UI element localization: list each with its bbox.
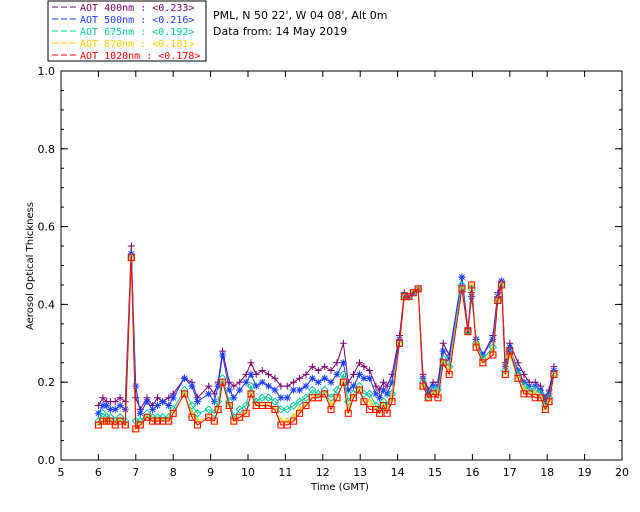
legend-label: AOT 500nm : <0.216> bbox=[80, 15, 194, 26]
data-point bbox=[149, 405, 157, 413]
plot-area bbox=[94, 242, 559, 433]
data-point bbox=[321, 374, 329, 382]
y-tick-label: 0.6 bbox=[38, 221, 56, 234]
legend: AOT 400nm : <0.233>AOT 500nm : <0.216>AO… bbox=[47, 0, 207, 62]
data-point bbox=[116, 402, 124, 410]
legend-label: AOT 870nm : <0.181> bbox=[80, 39, 194, 50]
data-point bbox=[366, 367, 374, 375]
data-point bbox=[153, 394, 161, 402]
x-tick-label: 12 bbox=[316, 466, 330, 479]
y-tick-label: 0.2 bbox=[38, 376, 56, 389]
x-tick-label: 8 bbox=[170, 466, 177, 479]
data-point bbox=[132, 382, 140, 390]
data-point bbox=[143, 398, 151, 406]
data-point bbox=[296, 386, 304, 394]
x-tick-label: 15 bbox=[428, 466, 442, 479]
data-point bbox=[290, 378, 298, 386]
x-tick-label: 13 bbox=[353, 466, 367, 479]
data-point bbox=[349, 370, 357, 378]
data-point bbox=[94, 409, 102, 417]
data-point bbox=[271, 386, 279, 394]
x-tick-label: 20 bbox=[615, 466, 629, 479]
x-axis-label: Time (GMT) bbox=[310, 482, 369, 493]
x-tick-label: 14 bbox=[391, 466, 405, 479]
data-point bbox=[366, 374, 374, 382]
data-point bbox=[458, 273, 466, 281]
data-point bbox=[376, 394, 384, 402]
data-point bbox=[153, 402, 161, 410]
series-line bbox=[97, 253, 555, 415]
x-tick-label: 16 bbox=[465, 466, 479, 479]
x-tick-label: 6 bbox=[95, 466, 102, 479]
data-point bbox=[302, 382, 310, 390]
data-point bbox=[205, 390, 213, 398]
series-3 bbox=[94, 253, 559, 433]
data-point bbox=[247, 370, 255, 378]
data-point bbox=[265, 370, 273, 378]
x-tick-label: 11 bbox=[278, 466, 292, 479]
data-point bbox=[111, 405, 119, 413]
data-point bbox=[136, 409, 144, 417]
data-point bbox=[169, 394, 177, 402]
data-point bbox=[236, 386, 244, 394]
data-point bbox=[258, 367, 266, 375]
data-point bbox=[339, 339, 347, 347]
data-point bbox=[194, 398, 202, 406]
data-point bbox=[339, 359, 347, 367]
data-point bbox=[296, 374, 304, 382]
data-point bbox=[258, 378, 266, 386]
x-tick-label: 7 bbox=[132, 466, 139, 479]
data-point bbox=[290, 386, 298, 394]
series-2 bbox=[94, 253, 559, 426]
data-point bbox=[265, 382, 273, 390]
data-point bbox=[383, 390, 391, 398]
y-tick-label: 0.4 bbox=[38, 298, 56, 311]
data-point bbox=[489, 335, 497, 343]
data-point bbox=[283, 394, 291, 402]
axes: 5 6 7 8 9 10 11 12 13 14 15 16 17 18 19 20 0.0 0.2 0.4 0.6 0… bbox=[38, 65, 630, 479]
data-point bbox=[327, 378, 335, 386]
date-info: Data from: 14 May 2019 bbox=[213, 25, 347, 38]
y-tick-label: 1.0 bbox=[38, 65, 56, 78]
data-point bbox=[321, 363, 329, 371]
y-tick-label: 0.0 bbox=[38, 454, 56, 467]
y-axis-label: Aerosol Optical Thickness bbox=[25, 202, 36, 330]
series-line bbox=[97, 245, 555, 411]
x-tick-label: 19 bbox=[578, 466, 592, 479]
data-point bbox=[308, 374, 316, 382]
data-point bbox=[180, 374, 188, 382]
x-tick-label: 5 bbox=[58, 466, 65, 479]
data-point bbox=[439, 339, 447, 347]
legend-label: AOT 675nm : <0.192> bbox=[80, 27, 194, 38]
data-point bbox=[277, 394, 285, 402]
data-point bbox=[159, 398, 167, 406]
aot-chart: AOT 400nm : <0.233>AOT 500nm : <0.216>AO… bbox=[25, 0, 630, 493]
x-tick-label: 10 bbox=[241, 466, 255, 479]
data-point bbox=[219, 351, 227, 359]
series-4 bbox=[94, 254, 558, 433]
legend-label: AOT 1020nm : <0.178> bbox=[80, 51, 200, 62]
x-tick-label: 9 bbox=[207, 466, 214, 479]
data-point bbox=[314, 367, 322, 375]
data-point bbox=[127, 242, 135, 250]
x-tick-label: 17 bbox=[503, 466, 517, 479]
data-point bbox=[188, 382, 196, 390]
data-point bbox=[439, 347, 447, 355]
legend-label: AOT 400nm : <0.233> bbox=[80, 3, 194, 14]
data-point bbox=[252, 382, 260, 390]
data-point bbox=[247, 359, 255, 367]
x-tick-label: 18 bbox=[540, 466, 554, 479]
site-info: PML, N 50 22', W 04 08', Alt 0m bbox=[213, 9, 387, 22]
data-point bbox=[314, 378, 322, 386]
data-point bbox=[283, 382, 291, 390]
y-tick-label: 0.8 bbox=[38, 143, 56, 156]
